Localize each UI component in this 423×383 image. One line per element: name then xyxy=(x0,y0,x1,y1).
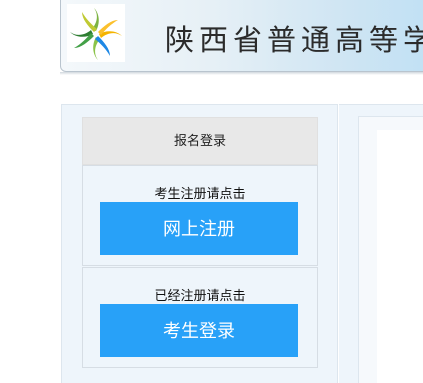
student-login-button[interactable]: 考生登录 xyxy=(100,304,298,357)
page: 陕西省普通高等学校 报名登录 考生注册请点击 网上注册 已经注册请点击 考生登录 xyxy=(0,0,423,383)
register-button[interactable]: 网上注册 xyxy=(100,202,298,255)
site-title: 陕西省普通高等学校 xyxy=(165,23,423,57)
register-prompt: 考生注册请点击 xyxy=(154,187,246,202)
pinwheel-logo-icon xyxy=(67,4,125,62)
signin-box: 已经注册请点击 考生登录 xyxy=(82,267,318,368)
banner-shadow xyxy=(60,72,423,75)
register-box: 考生注册请点击 网上注册 xyxy=(82,165,318,266)
login-panel-header: 报名登录 xyxy=(82,117,318,165)
content-area xyxy=(377,130,423,383)
signin-prompt: 已经注册请点击 xyxy=(154,289,246,304)
header-banner: 陕西省普通高等学校 xyxy=(60,0,423,72)
